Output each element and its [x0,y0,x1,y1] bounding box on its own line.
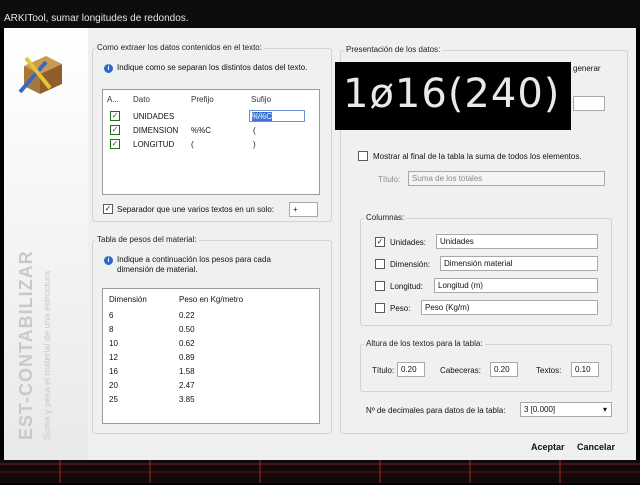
column-peso-checkbox[interactable] [375,303,385,313]
column-peso-label: Peso: [390,304,411,313]
weight-value: 1.58 [179,367,195,376]
col-header-dimension: Dimensión [109,295,147,304]
weights-group-title: Tabla de pesos del material: [95,235,199,244]
columns-group-title: Columnas: [364,213,407,222]
col-header-prefijo: Prefijo [191,95,214,104]
weights-info-text: Indique a continuación los pesos para ca… [117,255,271,274]
column-unidades-checkbox[interactable]: ✓ [375,237,385,247]
extract-table: A... Dato Prefijo Sufijo ✓ UNIDADES %%C … [102,89,320,195]
row-dato: LONGITUD [133,140,175,149]
weight-dimension: 6 [109,311,114,320]
sidebar-app-name: EST-CONTABILIZAR [16,250,36,440]
sum-label: Mostrar al final de la tabla la suma de … [373,152,582,161]
row-checkbox[interactable]: ✓ [110,139,120,149]
height-title-label: Título: [372,366,395,375]
row-dato: DIMENSION [133,126,179,135]
window-title: ARKITool, sumar longitudes de redondos. [4,13,189,24]
weight-value: 0.89 [179,353,195,362]
weight-dimension: 10 [109,339,118,348]
weights-table: Dimensión Peso en Kg/metro 6 0.22 8 0.50… [102,288,320,424]
cad-text-overlay: 1ø16(240) [335,62,571,130]
presentation-group-title: Presentación de los datos: [344,45,443,54]
weight-dimension: 20 [109,381,118,390]
weight-dimension: 8 [109,325,114,334]
extract-group-title: Como extraer los datos contenidos en el … [95,43,264,52]
column-unidades-input[interactable]: Unidades [436,234,598,249]
row-sufijo-input[interactable]: %%C [249,110,305,122]
row-prefijo: %%C [191,126,212,135]
column-dimension-input[interactable]: Dimensión material [440,256,598,271]
col-header-dato: Dato [133,95,150,104]
row-prefijo: ( [191,140,194,149]
weight-value: 2.47 [179,381,195,390]
column-dimension-checkbox[interactable] [375,259,385,269]
heights-group-title: Altura de los textos para la tabla: [364,339,485,348]
height-texts-label: Textos: [536,366,562,375]
col-header-active: A... [107,95,120,104]
cad-background-strip [0,460,640,483]
presentation-partial-option: generar [573,64,601,73]
decimals-label: Nº de decimales para datos de la tabla: [366,406,506,415]
row-dato: UNIDADES [133,112,175,121]
weight-value: 0.22 [179,311,195,320]
column-longitud-checkbox[interactable] [375,281,385,291]
sum-title-input[interactable]: Suma de los totales [408,171,605,186]
weight-value: 0.62 [179,339,195,348]
col-header-sufijo: Sufijo [251,95,272,104]
presentation-partial-input[interactable] [573,96,605,111]
separator-label: Separador que une varios textos en un so… [117,205,274,214]
sidebar: EST-CONTABILIZAR Suma y pesa el material… [4,28,88,460]
chevron-down-icon: ▾ [602,405,607,414]
weight-dimension: 16 [109,367,118,376]
cancel-button[interactable]: Cancelar [577,442,615,452]
window-titlebar[interactable]: ARKITool, sumar longitudes de redondos. [0,0,640,28]
weight-value: 0.50 [179,325,195,334]
cad-lines-icon [0,460,640,483]
sum-checkbox[interactable] [358,151,368,161]
decimals-value: 3 [0.000] [524,405,556,414]
app-logo-icon [18,56,62,94]
extract-info-text: Indique como se separan los distintos da… [117,63,308,72]
column-dimension-label: Dimensión: [390,260,431,269]
weight-dimension: 25 [109,395,118,404]
row-sufijo-selected: %%C [252,112,273,121]
height-title-input[interactable]: 0.20 [397,362,425,377]
weight-dimension: 12 [109,353,118,362]
decimals-select[interactable]: 3 [0.000] ▾ [520,402,612,417]
row-sufijo: ) [253,140,256,149]
row-sufijo: ( [253,126,256,135]
column-longitud-input[interactable]: Longitud (m) [434,278,598,293]
column-longitud-label: Longitud: [390,282,423,291]
separator-input[interactable]: + [289,202,318,217]
row-checkbox[interactable]: ✓ [110,125,120,135]
info-icon: i [104,256,113,265]
column-peso-input[interactable]: Peso (Kg/m) [421,300,598,315]
row-checkbox[interactable]: ✓ [110,111,120,121]
sum-title-label: Título: [378,175,401,184]
height-headers-label: Cabeceras: [440,366,481,375]
info-icon: i [104,64,113,73]
height-texts-input[interactable]: 0.10 [571,362,599,377]
column-unidades-label: Unidades: [390,238,427,247]
height-headers-input[interactable]: 0.20 [490,362,518,377]
sidebar-tagline: Suma y pesa el material de una estructur… [42,270,52,440]
col-header-peso: Peso en Kg/metro [179,295,244,304]
accept-button[interactable]: Aceptar [531,442,565,452]
separator-checkbox[interactable]: ✓ [103,204,113,214]
weight-value: 3.85 [179,395,195,404]
